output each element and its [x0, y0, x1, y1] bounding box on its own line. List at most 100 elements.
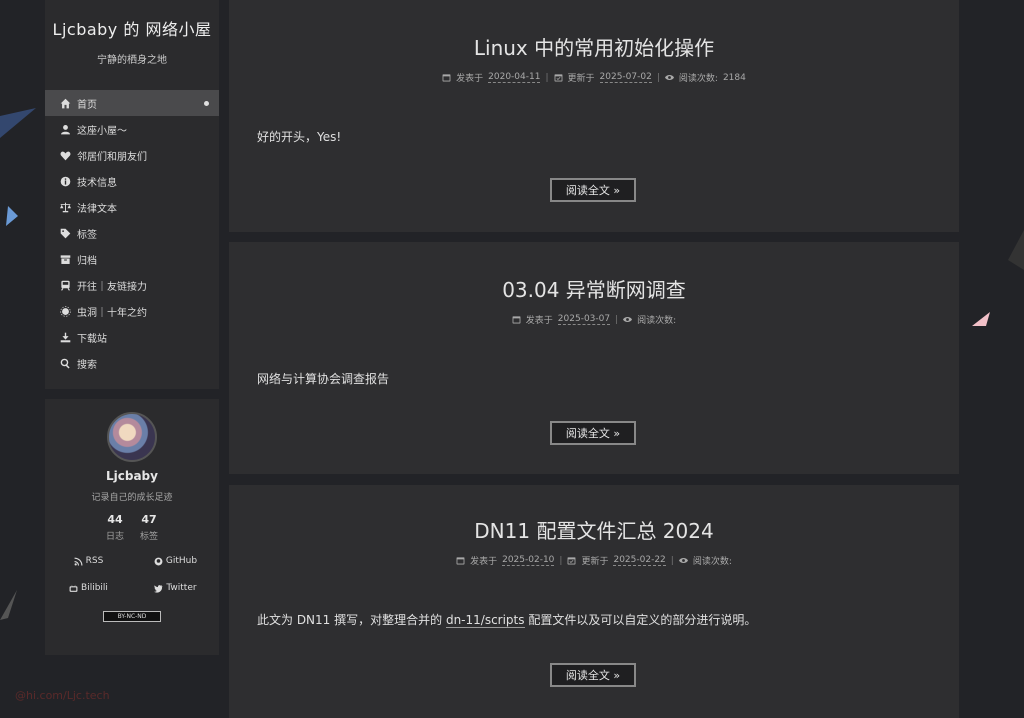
menu-item-tech-info[interactable]: 技术信息	[45, 168, 219, 194]
meta-divider: |	[545, 72, 549, 83]
site-subtitle: 宁静的栖身之地	[97, 55, 167, 66]
menu-item-label: 归档	[77, 255, 97, 267]
site-title[interactable]: Ljcbaby 的 网络小屋	[45, 16, 219, 40]
post-meta: 发表于 2020-04-11 | 更新于 2025-07-02 | 阅读次数: …	[229, 71, 959, 84]
menu-item-label: 下载站	[77, 333, 107, 345]
github-link[interactable]: GitHub	[132, 556, 219, 566]
menu-item-search[interactable]: 搜索	[45, 350, 219, 376]
menu-item-about[interactable]: 这座小屋～	[45, 116, 219, 142]
read-more-button[interactable]: 阅读全文 »	[550, 421, 636, 445]
menu-item-travelling[interactable]: 开往｜友链接力	[45, 272, 219, 298]
excerpt-text: 此文为 DN11 撰写，对整理合并的	[257, 613, 443, 627]
menu-item-archive[interactable]: 归档	[45, 246, 219, 272]
menu-item-friends[interactable]: 邻居们和朋友们	[45, 142, 219, 168]
post-card: Linux 中的常用初始化操作 发表于 2020-04-11 | 更新于 202…	[229, 0, 959, 232]
stat-posts[interactable]: 44 日志	[106, 513, 124, 542]
menu-item-label: 法律文本	[77, 203, 117, 215]
author-panel: Ljcbaby 记录自己的成长足迹 44 日志 47 标签 RSS GitHub…	[45, 399, 219, 655]
posted-label: 发表于	[456, 74, 484, 84]
menu-item-label: 技术信息	[77, 177, 117, 189]
views-count: 2184	[722, 72, 746, 83]
eye-icon	[623, 316, 633, 323]
twitter-link[interactable]: Twitter	[132, 583, 219, 593]
post-meta: 发表于 2025-02-10 | 更新于 2025-02-22 | 阅读次数:	[229, 554, 959, 567]
twitter-icon	[154, 584, 163, 593]
post-title[interactable]: Linux 中的常用初始化操作	[229, 0, 959, 61]
stat-label: 标签	[140, 532, 159, 542]
views-label: 阅读次数:	[637, 316, 677, 326]
posted-date: 2025-02-10	[502, 555, 555, 566]
tags-icon	[59, 227, 71, 239]
calendar-icon	[512, 316, 521, 324]
bilibili-link[interactable]: Bilibili	[45, 583, 132, 593]
author-description: 记录自己的成长足迹	[91, 493, 173, 503]
eye-icon	[664, 74, 674, 81]
link-label: Twitter	[166, 583, 197, 593]
decor-shape-left-blue	[0, 108, 36, 226]
updated-label: 更新于	[581, 557, 609, 567]
avatar	[107, 412, 157, 462]
calendar-check-icon	[568, 557, 576, 565]
menu-item-label: 虫洞｜十年之约	[77, 307, 147, 319]
archive-icon	[59, 253, 71, 265]
stat-count: 47	[141, 513, 157, 526]
posted-label: 发表于	[525, 316, 553, 326]
social-links: RSS GitHub Bilibili Twitter	[45, 556, 219, 593]
home-icon	[59, 97, 71, 109]
post-excerpt: 好的开头，Yes!	[257, 130, 342, 144]
eye-icon	[678, 557, 688, 564]
author-stats: 44 日志 47 标签	[45, 513, 219, 542]
heartbeat-icon	[59, 149, 71, 161]
menu-item-label: 搜索	[77, 359, 97, 371]
read-more-button[interactable]: 阅读全文 »	[550, 178, 636, 202]
menu-item-legal[interactable]: 法律文本	[45, 194, 219, 220]
watermark: @hi.com/Ljc.tech	[15, 689, 110, 702]
site-brand: Ljcbaby 的 网络小屋 宁静的栖身之地	[45, 0, 219, 84]
menu-item-wormhole[interactable]: 虫洞｜十年之约	[45, 298, 219, 324]
menu-item-label: 这座小屋～	[77, 125, 127, 137]
post-title[interactable]: 03.04 异常断网调查	[229, 242, 959, 303]
decor-shape-right	[972, 230, 1024, 326]
stat-label: 日志	[105, 532, 124, 542]
cc-license-badge[interactable]: BY-NC-ND	[103, 611, 161, 622]
github-icon	[154, 557, 163, 565]
views-label: 阅读次数:	[692, 557, 732, 567]
calendar-check-icon	[554, 74, 562, 82]
user-icon	[59, 123, 71, 135]
updated-date: 2025-02-22	[613, 555, 666, 566]
posted-date: 2025-03-07	[557, 314, 611, 325]
updated-label: 更新于	[567, 74, 595, 84]
calendar-icon	[456, 557, 465, 565]
post-excerpt: 此文为 DN11 撰写，对整理合并的 dn-11/scripts 配置文件以及可…	[257, 611, 756, 628]
download-icon	[59, 331, 71, 343]
calendar-icon	[442, 74, 451, 82]
posted-date: 2020-04-11	[488, 72, 541, 83]
post-title[interactable]: DN11 配置文件汇总 2024	[229, 485, 959, 544]
menu-item-home[interactable]: 首页	[45, 90, 219, 116]
meta-divider: |	[615, 314, 619, 325]
post-excerpt: 网络与计算协会调查报告	[257, 372, 390, 386]
link-label: GitHub	[165, 556, 198, 566]
rss-link[interactable]: RSS	[45, 556, 132, 566]
menu-item-downloads[interactable]: 下载站	[45, 324, 219, 350]
link-label: RSS	[85, 556, 104, 566]
balance-scale-icon	[59, 201, 71, 213]
excerpt-text: 配置文件以及可以自定义的部分进行说明。	[528, 613, 757, 627]
post-card: DN11 配置文件汇总 2024 发表于 2025-02-10 | 更新于 20…	[229, 485, 959, 718]
info-icon	[59, 175, 71, 187]
wormhole-icon	[59, 305, 71, 317]
meta-divider: |	[670, 555, 674, 566]
search-icon	[59, 357, 71, 369]
views-label: 阅读次数:	[678, 74, 718, 84]
menu-item-label: 标签	[77, 229, 97, 241]
post-card: 03.04 异常断网调查 发表于 2025-03-07 | 阅读次数: 网络与计…	[229, 242, 959, 474]
updated-date: 2025-07-02	[599, 72, 652, 83]
stat-tags[interactable]: 47 标签	[140, 513, 158, 542]
scripts-repo-link[interactable]: dn-11/scripts	[445, 613, 525, 628]
menu-item-label: 开往｜友链接力	[77, 281, 147, 293]
menu-item-tags[interactable]: 标签	[45, 220, 219, 246]
stat-count: 44	[107, 513, 123, 526]
read-more-button[interactable]: 阅读全文 »	[550, 663, 636, 687]
decor-shape-left-grey	[0, 590, 17, 620]
meta-divider: |	[559, 555, 563, 566]
